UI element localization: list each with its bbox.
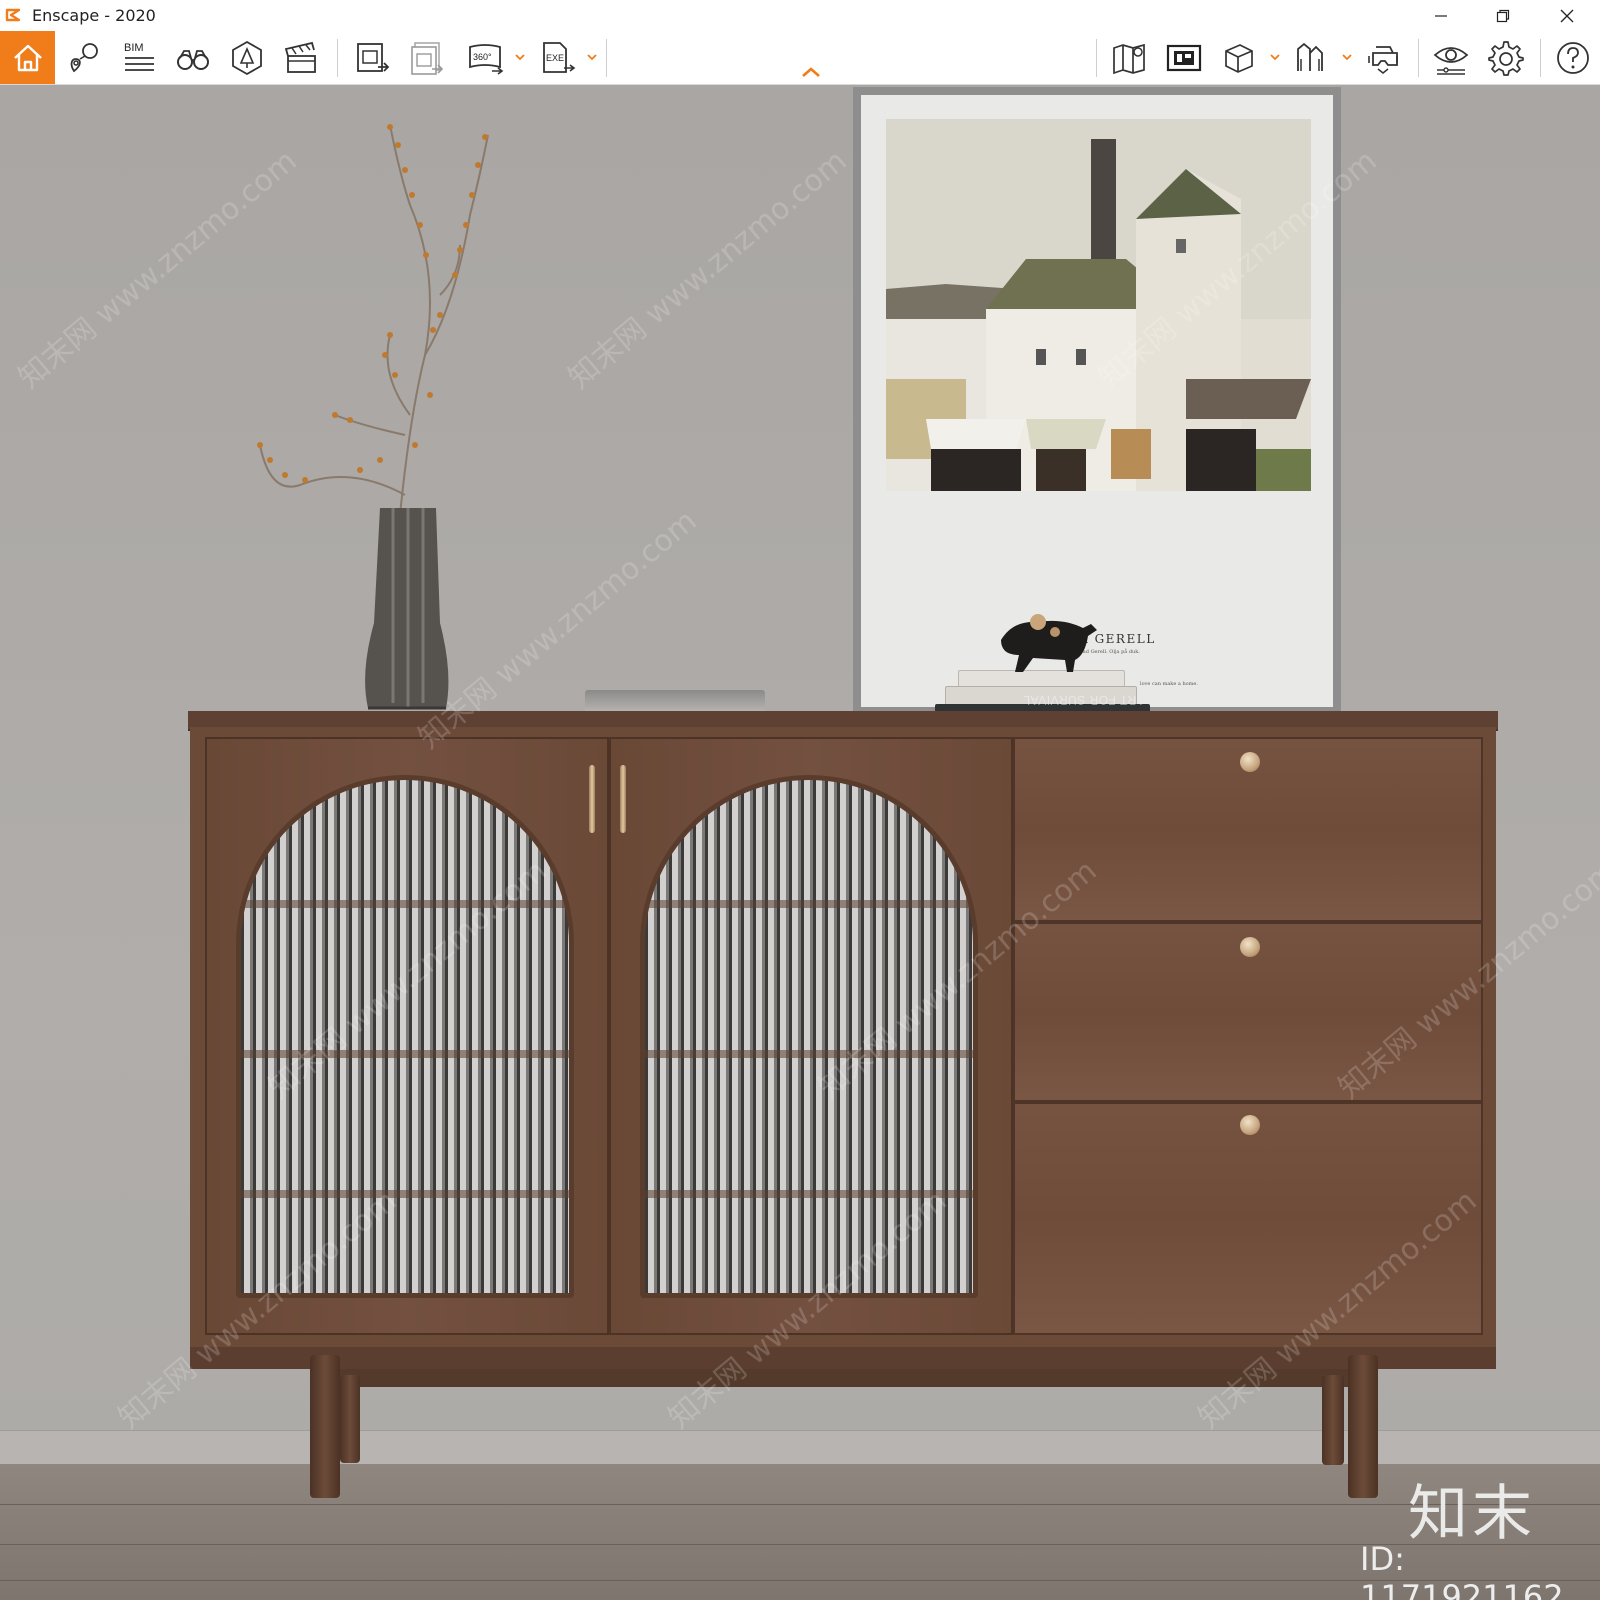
home-icon [13,44,42,71]
watermark-site-name: 知末 [1408,1479,1536,1549]
export-exe-icon: EXE [543,41,576,73]
map-button[interactable] [1106,31,1152,84]
vr-headset-button[interactable] [1360,31,1406,84]
cube-view-icon [1225,43,1253,73]
video-editor-button[interactable] [278,31,324,84]
render-image-button[interactable] [350,31,396,84]
capture-dropdown-chevron-icon[interactable] [1341,51,1353,63]
map-icon [1113,43,1145,74]
vr-headset-icon [1368,45,1398,74]
window-title: Enscape - 2020 [32,6,156,25]
export-exe-button[interactable]: EXE [534,31,580,84]
asset-library-icon [232,40,262,75]
minimize-button[interactable] [1410,0,1472,31]
binoculars-icon [177,49,209,70]
toolbar-separator [606,39,607,77]
restore-button[interactable] [1472,0,1534,31]
ceramic-vase-icon [365,508,449,710]
poster-footer: love can make a home. [1140,681,1198,687]
sideboard-leg-front-left [310,1355,340,1498]
interior-shelf [645,1050,973,1058]
help-icon [1557,41,1589,74]
cube-dropdown-chevron-icon[interactable] [1269,51,1281,63]
stone-tray [585,690,765,712]
toolbar-separator [1418,39,1419,77]
capture-views-icon [1297,42,1323,71]
render-image-icon [357,42,390,72]
toolbar-separator [1540,39,1541,77]
door-handle-right[interactable] [620,765,626,833]
sideboard-leg-back-right [1322,1375,1344,1465]
door-handle-left[interactable] [589,765,595,833]
sideboard-base-rail [330,1369,1350,1387]
interior-shelf [645,900,973,908]
capture-views-button[interactable] [1288,31,1334,84]
bim-info-icon: BIM [124,42,154,71]
screenshot-icon [1166,44,1202,71]
svg-text:360°: 360° [473,52,492,62]
collapse-toolbar-chevron-icon[interactable] [799,64,823,80]
sideboard-leg-front-right [1348,1355,1378,1498]
panorama-dropdown-chevron-icon[interactable] [514,51,526,63]
watermark-id: ID: 1171921162 [1360,1540,1564,1600]
render-viewport[interactable]: ETA GERELL Signerad Gerell. Olja på duk.… [0,85,1600,1600]
visual-settings-icon [1433,46,1469,75]
visual-settings-button[interactable] [1428,31,1474,84]
views-button[interactable] [170,31,216,84]
close-button[interactable] [1536,0,1598,31]
floor-plank-line [0,1504,1600,1505]
batch-render-icon [411,41,444,75]
svg-text:BIM: BIM [124,42,144,54]
panorama-icon: 360° [469,43,504,75]
panorama-button[interactable]: 360° [460,31,510,84]
export-dropdown-chevron-icon[interactable] [586,51,598,63]
minimize-icon [1435,14,1447,17]
settings-button[interactable] [1483,31,1529,84]
bim-pin-button[interactable] [62,31,108,84]
painting-townscape [886,119,1311,491]
townscape-illustration [886,119,1311,491]
screenshot-button[interactable] [1161,31,1207,84]
enscape-logo-icon [5,8,21,22]
watermark-diagonal: 知末网 www.znzmo.com [562,143,854,396]
view-cube-button[interactable] [1216,31,1262,84]
close-icon [1560,9,1574,22]
title-bar: Enscape - 2020 [0,0,1600,32]
drawer-knob-middle[interactable] [1240,937,1260,957]
interior-shelf [241,1190,569,1198]
drawer-knob-top[interactable] [1240,752,1260,772]
sideboard-leg-back-left [340,1375,360,1463]
bim-pin-icon [70,42,98,72]
toolbar-separator [337,39,338,77]
home-button[interactable] [0,31,55,84]
help-button[interactable] [1550,31,1596,84]
bull-figurine-icon [1001,614,1097,672]
restore-icon [1496,9,1510,22]
book-spine-title: ART FOR SURVIVAL [1023,693,1145,707]
toolbar-separator [1096,39,1097,77]
bim-info-button[interactable]: BIM [116,31,162,84]
batch-render-button[interactable] [404,31,450,84]
drawer-knob-bottom[interactable] [1240,1115,1260,1135]
asset-library-button[interactable] [224,31,270,84]
settings-gear-icon [1488,40,1524,76]
svg-text:EXE: EXE [546,53,564,63]
clapperboard-icon [284,41,316,73]
